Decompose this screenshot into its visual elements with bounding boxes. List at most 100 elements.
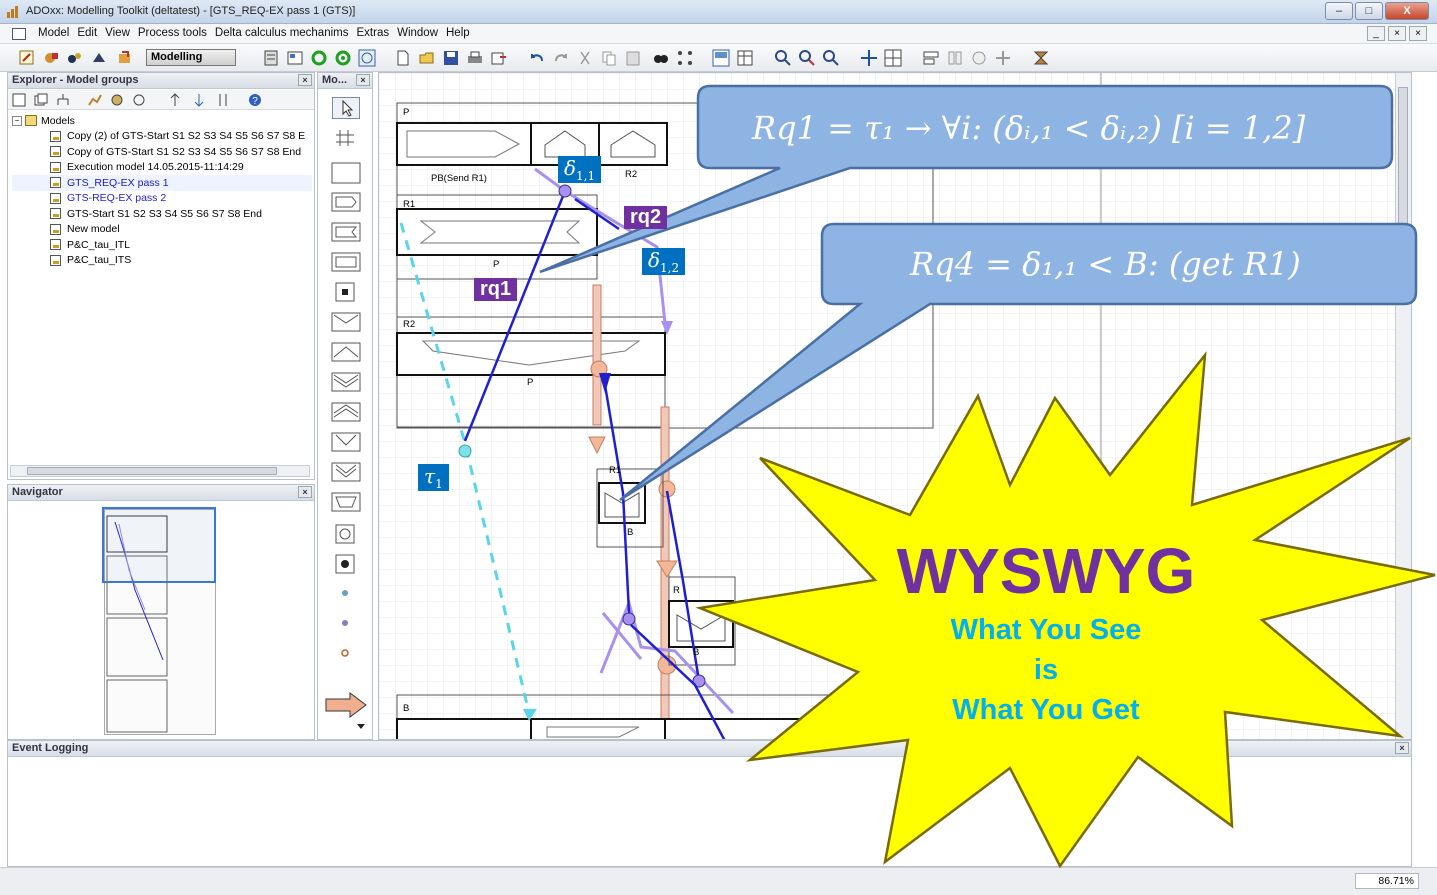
- event-logging-close-button[interactable]: ×: [1395, 742, 1409, 754]
- grid-toggle-icon[interactable]: [884, 49, 902, 67]
- copy-icon[interactable]: [600, 49, 618, 67]
- mdi-restore-button[interactable]: ×: [1388, 26, 1406, 41]
- explorer-close-button[interactable]: ×: [298, 74, 312, 86]
- rq4-formula: Rq4 = δ₁,₁ < B: (get R1): [910, 245, 1301, 283]
- hierarchy-icon[interactable]: [56, 93, 70, 107]
- tree-root-models[interactable]: − Models: [12, 113, 312, 129]
- starburst-line-2: is: [1033, 654, 1059, 686]
- tree-item-model[interactable]: GTS-Start S1 S2 S3 S4 S5 S6 S7 S8 End: [12, 206, 312, 222]
- navigator-viewport[interactable]: [102, 507, 216, 583]
- refresh-green-2-icon[interactable]: [334, 49, 352, 67]
- document-icon[interactable]: [12, 28, 26, 40]
- tag-delta-1-1: δ1,1: [558, 156, 602, 183]
- tree-item-model[interactable]: Copy (2) of GTS-Start S1 S2 S3 S4 S5 S6 …: [12, 129, 312, 145]
- collapse-toggle-icon[interactable]: −: [12, 115, 22, 126]
- move-icon[interactable]: [860, 49, 878, 67]
- explorer-horizontal-scrollbar[interactable]: [10, 465, 310, 477]
- zoom-out-icon[interactable]: [822, 49, 840, 67]
- zoom-in-icon[interactable]: [798, 49, 816, 67]
- shape-label-p: P: [493, 259, 500, 270]
- cut-icon[interactable]: [576, 49, 594, 67]
- settings-group-icon[interactable]: [110, 93, 124, 107]
- tree-item-model[interactable]: P&C_tau_ITL: [12, 237, 312, 253]
- menu-window[interactable]: Window: [397, 27, 446, 39]
- chart-line-icon[interactable]: [88, 93, 102, 107]
- pointer-tool-icon[interactable]: [332, 97, 360, 119]
- maximize-button[interactable]: □: [1355, 2, 1383, 20]
- list-view-icon[interactable]: [12, 93, 26, 107]
- export-icon[interactable]: [490, 49, 508, 67]
- help-icon[interactable]: ?: [248, 93, 262, 107]
- grid-dots-icon[interactable]: [676, 49, 694, 67]
- groups-icon[interactable]: [34, 93, 48, 107]
- menu-delta-calculus[interactable]: Delta calculus mechanims: [215, 27, 357, 39]
- paste-icon[interactable]: [624, 49, 642, 67]
- menu-model[interactable]: Model: [38, 27, 77, 39]
- shape-label-r: R: [673, 585, 680, 596]
- model-tools-icon[interactable]: [42, 49, 60, 67]
- model-icon: [50, 192, 61, 204]
- distribute-icon[interactable]: [946, 49, 964, 67]
- close-button[interactable]: X: [1385, 2, 1429, 20]
- import-export-icon[interactable]: [116, 49, 134, 67]
- menu-view[interactable]: View: [105, 27, 138, 39]
- new-file-icon[interactable]: [394, 49, 412, 67]
- palette-scroll-down-icon[interactable]: [356, 723, 366, 731]
- filter-icon[interactable]: [132, 93, 146, 107]
- simulate-run-icon[interactable]: [1032, 49, 1050, 67]
- lane-label-r2: R2: [403, 319, 416, 330]
- expand-all-icon[interactable]: [168, 93, 182, 107]
- svg-text:?: ?: [252, 96, 258, 107]
- connector-tool-icon[interactable]: [332, 127, 360, 149]
- mode-selector[interactable]: Modelling: [146, 49, 236, 66]
- edit-model-icon[interactable]: [18, 49, 36, 67]
- menu-edit[interactable]: Edit: [77, 27, 105, 39]
- tree-item-model[interactable]: Copy of GTS-Start S1 S2 S3 S4 S5 S6 S7 S…: [12, 144, 312, 160]
- shape-label-b: B: [693, 647, 700, 658]
- open-folder-icon[interactable]: [418, 49, 436, 67]
- snap-icon[interactable]: [994, 49, 1012, 67]
- minimize-button[interactable]: –: [1325, 2, 1353, 20]
- undo-icon[interactable]: [528, 49, 546, 67]
- explorer-panel: Explorer - Model groups × ? − Models Cop…: [7, 72, 315, 480]
- mdi-minimize-button[interactable]: _: [1367, 26, 1385, 41]
- menu-extras[interactable]: Extras: [357, 27, 398, 39]
- menu-help[interactable]: Help: [446, 27, 478, 39]
- lane-label-r1: R1: [403, 199, 416, 210]
- model-icon: [50, 223, 61, 235]
- tree-item-model[interactable]: GTS-REQ-EX pass 2: [12, 191, 312, 207]
- modelling-bar-title: Mo...: [322, 74, 348, 86]
- mdi-close-button[interactable]: ×: [1409, 26, 1427, 41]
- save-icon[interactable]: [442, 49, 460, 67]
- tree-item-model[interactable]: Execution model 14.05.2015-11:14:29: [12, 160, 312, 176]
- navigator-header: Navigator ×: [8, 485, 314, 501]
- collapse-all-icon[interactable]: [192, 93, 206, 107]
- navigator-close-button[interactable]: ×: [298, 486, 312, 498]
- shape-label-b: B: [627, 527, 634, 538]
- analysis-icon[interactable]: [66, 49, 84, 67]
- scroll-thumb[interactable]: [27, 467, 277, 475]
- event-logging-title: Event Logging: [12, 742, 89, 754]
- simulation-icon[interactable]: [90, 49, 108, 67]
- properties-icon[interactable]: [286, 49, 304, 67]
- view-mode-icon[interactable]: [358, 49, 376, 67]
- table-view-icon[interactable]: [736, 49, 754, 67]
- center-icon[interactable]: [970, 49, 988, 67]
- find-icon[interactable]: [652, 49, 670, 67]
- window-layout-icon[interactable]: [712, 49, 730, 67]
- model-attributes-icon[interactable]: [262, 49, 280, 67]
- redo-icon[interactable]: [552, 49, 570, 67]
- align-icon[interactable]: [922, 49, 940, 67]
- sort-icon[interactable]: [216, 93, 230, 107]
- tree-item-model-selected[interactable]: GTS_REQ-EX pass 1: [12, 175, 312, 191]
- canvas-vertical-scrollbar[interactable]: [1395, 73, 1411, 739]
- scroll-thumb[interactable]: [1398, 87, 1408, 227]
- refresh-green-icon[interactable]: [310, 49, 328, 67]
- tree-item-model[interactable]: P&C_tau_ITS: [12, 253, 312, 269]
- arrow-shape-icon[interactable]: [324, 691, 368, 719]
- modelling-bar-close-button[interactable]: ×: [356, 74, 370, 86]
- zoom-icon[interactable]: [774, 49, 792, 67]
- tree-item-model[interactable]: New model: [12, 222, 312, 238]
- menu-process-tools[interactable]: Process tools: [138, 27, 215, 39]
- print-icon[interactable]: [466, 49, 484, 67]
